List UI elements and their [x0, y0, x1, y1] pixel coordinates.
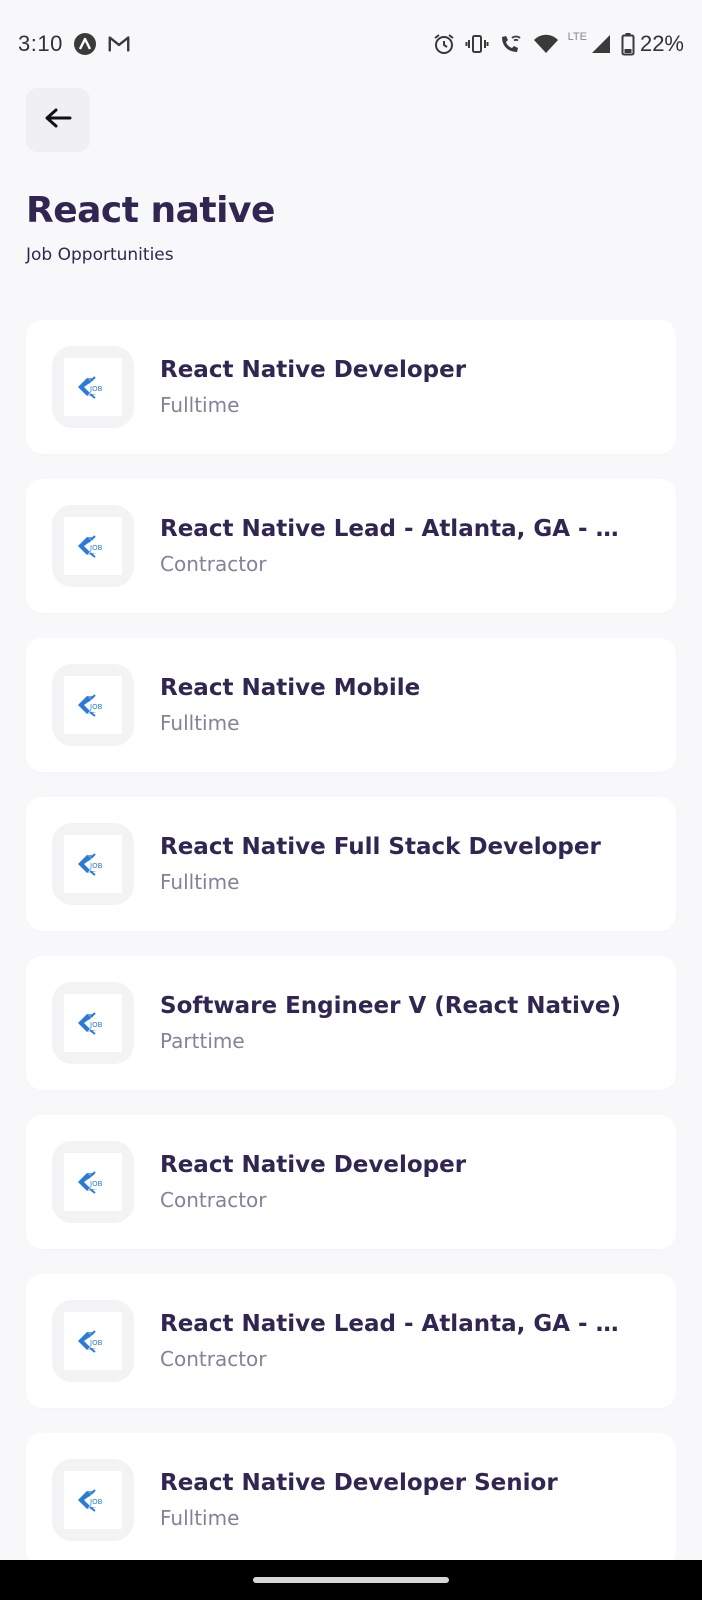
job-logo-icon: JOB — [64, 1471, 122, 1529]
svg-text:JOB: JOB — [89, 1498, 103, 1506]
battery-percent: 22% — [639, 31, 684, 56]
home-gesture-handle[interactable] — [253, 1577, 449, 1583]
job-title: React Native Developer Senior — [160, 1470, 558, 1496]
job-logo-icon: JOB — [64, 1312, 122, 1370]
job-type: Fulltime — [160, 393, 240, 417]
job-logo-icon: JOB — [64, 676, 122, 734]
svg-text:JOB: JOB — [89, 385, 103, 393]
status-left: 3:10 — [18, 31, 131, 57]
svg-text:JOB: JOB — [89, 544, 103, 552]
job-card[interactable]: JOB React Native Developer Fulltime — [26, 320, 676, 454]
job-info: React Native Full Stack Developer Fullti… — [160, 834, 650, 894]
job-title: Software Engineer V (React Native) — [160, 993, 621, 1019]
job-card[interactable]: JOB Software Engineer V (React Native) P… — [26, 956, 676, 1090]
job-card[interactable]: JOB React Native Lead - Atlanta, GA - C.… — [26, 479, 676, 613]
page-subtitle: Job Opportunities — [26, 245, 174, 265]
status-time: 3:10 — [18, 31, 63, 56]
job-logo-icon: JOB — [64, 994, 122, 1052]
job-info: React Native Developer Senior Fulltime — [160, 1470, 650, 1530]
job-info: React Native Developer Contractor — [160, 1152, 650, 1212]
arrow-left-icon — [43, 106, 73, 134]
job-card[interactable]: JOB React Native Developer Contractor — [26, 1115, 676, 1249]
lte-label: LTE — [567, 31, 587, 43]
job-logo-container: JOB — [52, 1141, 134, 1223]
svg-text:JOB: JOB — [89, 862, 103, 870]
job-type: Contractor — [160, 1347, 267, 1371]
job-title: React Native Lead - Atlanta, GA - C... — [160, 1311, 630, 1337]
job-type: Fulltime — [160, 870, 240, 894]
job-list: JOB React Native Developer Fulltime JOB … — [26, 320, 676, 1592]
job-info: React Native Lead - Atlanta, GA - C... C… — [160, 1311, 650, 1371]
job-info: React Native Lead - Atlanta, GA - C... C… — [160, 516, 650, 576]
svg-text:JOB: JOB — [89, 1180, 103, 1188]
job-logo-container: JOB — [52, 346, 134, 428]
job-title: React Native Developer — [160, 357, 467, 383]
job-info: React Native Developer Fulltime — [160, 357, 650, 417]
job-title: React Native Mobile — [160, 675, 421, 701]
wifi-icon — [533, 33, 559, 55]
job-logo-container: JOB — [52, 823, 134, 905]
job-title: React Native Lead - Atlanta, GA - C... — [160, 516, 630, 542]
wifi-calling-icon — [498, 32, 524, 56]
job-logo-icon: JOB — [64, 358, 122, 416]
job-title: React Native Developer — [160, 1152, 467, 1178]
job-logo-container: JOB — [52, 664, 134, 746]
signal-icon — [590, 33, 612, 55]
svg-text:JOB: JOB — [89, 1021, 103, 1029]
job-info: React Native Mobile Fulltime — [160, 675, 650, 735]
job-card[interactable]: JOB React Native Full Stack Developer Fu… — [26, 797, 676, 931]
job-logo-icon: JOB — [64, 1153, 122, 1211]
svg-text:JOB: JOB — [89, 703, 103, 711]
job-logo-container: JOB — [52, 1459, 134, 1541]
job-type: Parttime — [160, 1029, 245, 1053]
svg-text:JOB: JOB — [89, 1339, 103, 1347]
vibrate-icon — [465, 32, 489, 56]
job-type: Fulltime — [160, 1506, 240, 1530]
back-button[interactable] — [26, 88, 90, 152]
status-right: LTE 22% — [432, 31, 684, 57]
job-card[interactable]: JOB React Native Developer Senior Fullti… — [26, 1433, 676, 1567]
job-info: Software Engineer V (React Native) Partt… — [160, 993, 650, 1053]
job-logo-container: JOB — [52, 505, 134, 587]
job-logo-container: JOB — [52, 982, 134, 1064]
job-logo-icon: JOB — [64, 517, 122, 575]
job-logo-icon: JOB — [64, 835, 122, 893]
app-notification-icon — [73, 32, 97, 56]
job-card[interactable]: JOB React Native Lead - Atlanta, GA - C.… — [26, 1274, 676, 1408]
alarm-icon — [432, 32, 456, 56]
job-card[interactable]: JOB React Native Mobile Fulltime — [26, 638, 676, 772]
job-logo-container: JOB — [52, 1300, 134, 1382]
job-type: Contractor — [160, 1188, 267, 1212]
job-title: React Native Full Stack Developer — [160, 834, 601, 860]
gmail-icon — [107, 32, 131, 56]
job-type: Contractor — [160, 552, 267, 576]
job-type: Fulltime — [160, 711, 240, 735]
status-bar: 3:10 LTE 22% — [0, 0, 702, 88]
system-nav-bar — [0, 1560, 702, 1600]
page-title: React native — [26, 190, 275, 231]
battery-icon — [621, 32, 635, 56]
